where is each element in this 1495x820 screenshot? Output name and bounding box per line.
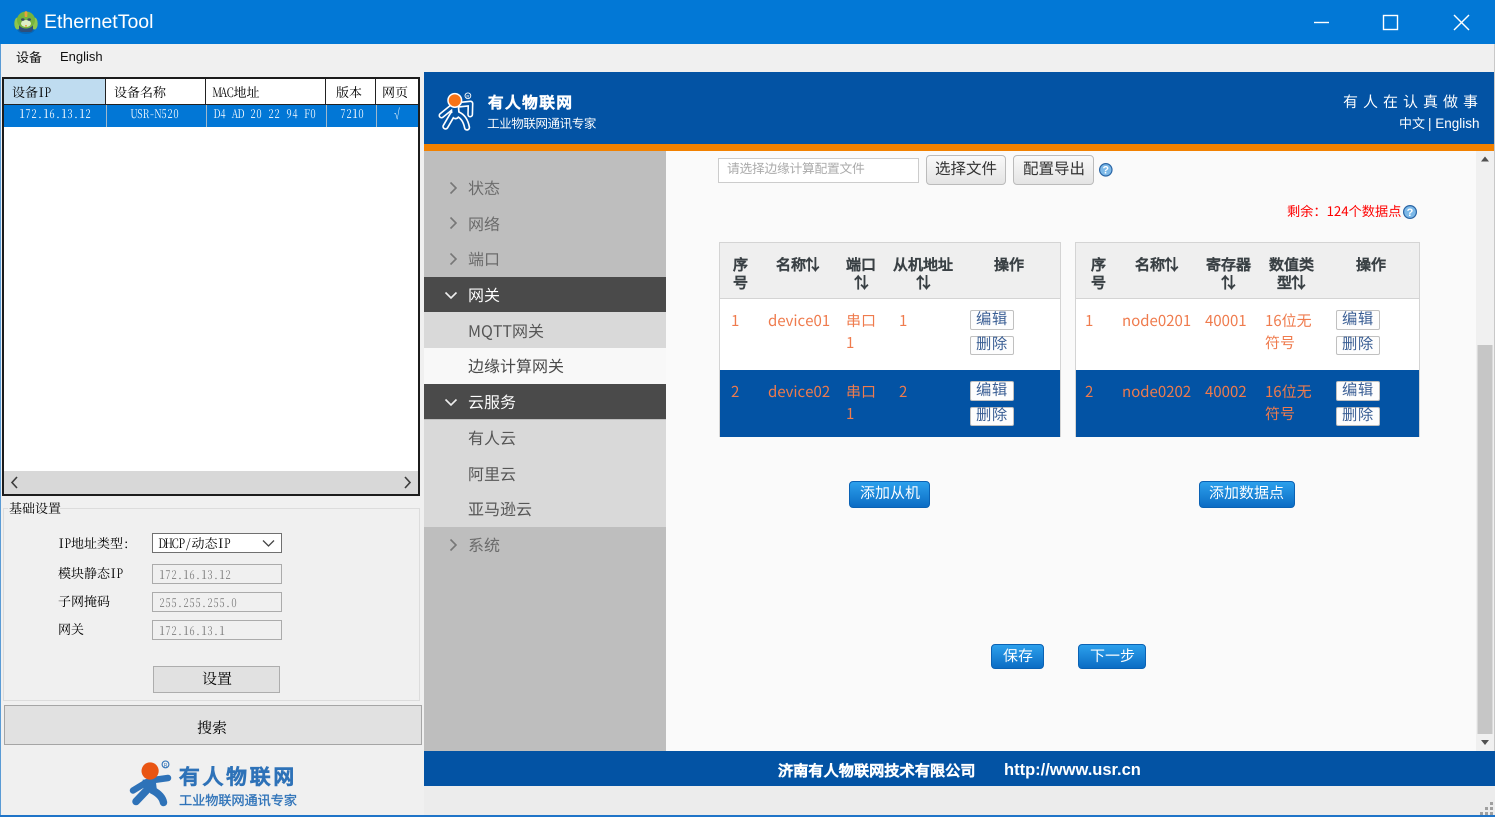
svg-text:R: R (466, 94, 469, 99)
svg-text:?: ? (1406, 206, 1413, 218)
svg-text:R: R (164, 763, 168, 769)
svg-text:?: ? (1103, 165, 1109, 177)
